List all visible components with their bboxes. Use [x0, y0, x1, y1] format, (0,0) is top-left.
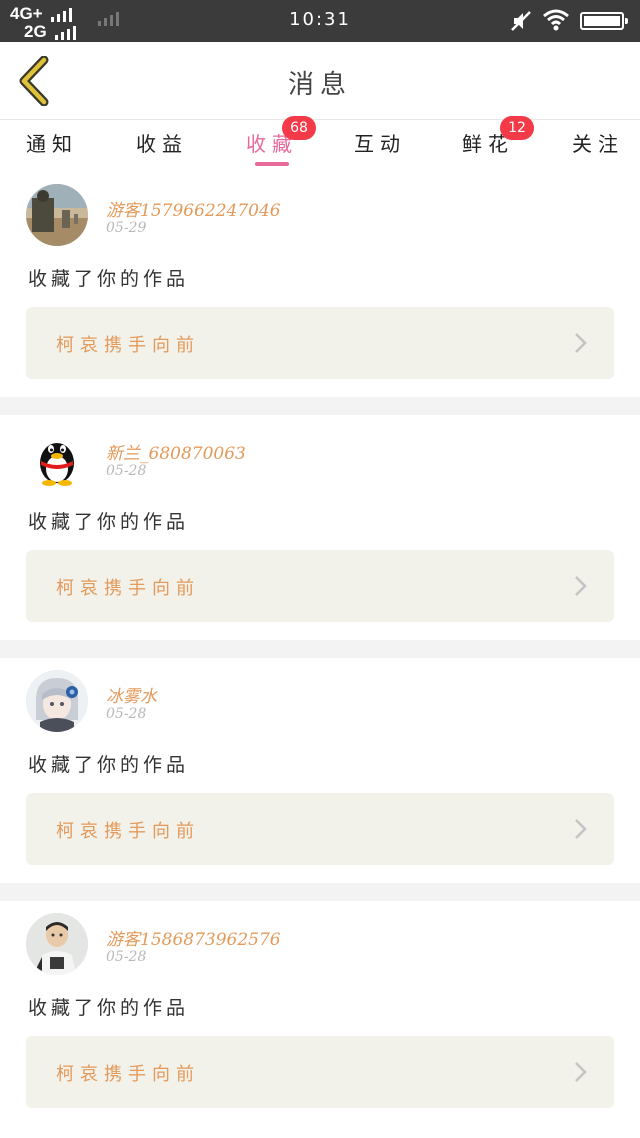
username[interactable]: 新兰_68087006​3 [106, 439, 246, 464]
avatar[interactable] [26, 427, 88, 489]
active-tab-indicator [255, 162, 289, 166]
chevron-right-icon [575, 333, 587, 353]
chevron-right-icon [575, 1062, 587, 1082]
avatar[interactable] [26, 670, 88, 732]
list-item: 冰雾水 05-28 收藏了你的作品 柯哀携手向前 [0, 658, 640, 883]
list-item: 游客15796622470​46 05-29 收藏了你的作品 柯哀携手向前 [0, 172, 640, 397]
header: 消息 [0, 42, 640, 120]
favorites-count-badge: 68 [282, 116, 316, 140]
work-link-card[interactable]: 柯哀携手向前 [26, 550, 614, 622]
tab-label: 收益 [136, 132, 188, 156]
timestamp: 05-29 [106, 220, 147, 236]
tab-label: 互动 [354, 132, 406, 156]
timestamp: 05-28 [106, 949, 147, 965]
tab-bar: 通知 收益 收藏 68 互动 鲜花 12 关注 [0, 116, 640, 172]
tab-earnings[interactable]: 收益 [134, 128, 190, 168]
divider [0, 397, 640, 415]
avatar[interactable] [26, 184, 88, 246]
list-item: 游客15868739625​76 05-28 收藏了你的作品 柯哀携手向前 [0, 901, 640, 1126]
divider [0, 883, 640, 901]
wifi-icon [543, 9, 569, 31]
tab-label: 关注 [572, 132, 624, 156]
action-text: 收藏了你的作品 [28, 754, 190, 776]
action-text: 收藏了你的作品 [28, 268, 190, 290]
divider [0, 640, 640, 658]
work-link-card[interactable]: 柯哀携手向前 [26, 793, 614, 865]
work-title: 柯哀携手向前 [56, 821, 200, 842]
tab-notifications[interactable]: 通知 [24, 128, 80, 168]
status-bar: 4G+ 2G 10:31 [0, 0, 640, 42]
chevron-right-icon [575, 576, 587, 596]
timestamp: 05-28 [106, 706, 147, 722]
status-icons [510, 8, 630, 34]
action-text: 收藏了你的作品 [28, 997, 190, 1019]
battery-icon [580, 12, 628, 30]
tab-favorites[interactable]: 收藏 68 [244, 116, 316, 168]
work-link-card[interactable]: 柯哀携手向前 [26, 307, 614, 379]
chevron-right-icon [575, 819, 587, 839]
tab-label: 通知 [26, 132, 78, 156]
username[interactable]: 游客15868739625​76 [106, 925, 281, 950]
message-list: 游客15796622470​46 05-29 收藏了你的作品 柯哀携手向前 新兰… [0, 172, 640, 1126]
tab-following[interactable]: 关注 [570, 128, 626, 168]
work-title: 柯哀携手向前 [56, 578, 200, 599]
tab-interactions[interactable]: 互动 [352, 128, 408, 168]
avatar[interactable] [26, 913, 88, 975]
work-title: 柯哀携手向前 [56, 335, 200, 356]
tab-flowers[interactable]: 鲜花 12 [460, 116, 534, 168]
mute-icon [511, 11, 531, 31]
username[interactable]: 冰雾水 [106, 682, 157, 707]
action-text: 收藏了你的作品 [28, 511, 190, 533]
work-link-card[interactable]: 柯哀携手向前 [26, 1036, 614, 1108]
flowers-count-badge: 12 [500, 116, 534, 140]
timestamp: 05-28 [106, 463, 147, 479]
work-title: 柯哀携手向前 [56, 1064, 200, 1085]
page-title: 消息 [287, 70, 352, 100]
list-item: 新兰_68087006​3 05-28 收藏了你的作品 柯哀携手向前 [0, 415, 640, 640]
username[interactable]: 游客15796622470​46 [106, 196, 281, 221]
